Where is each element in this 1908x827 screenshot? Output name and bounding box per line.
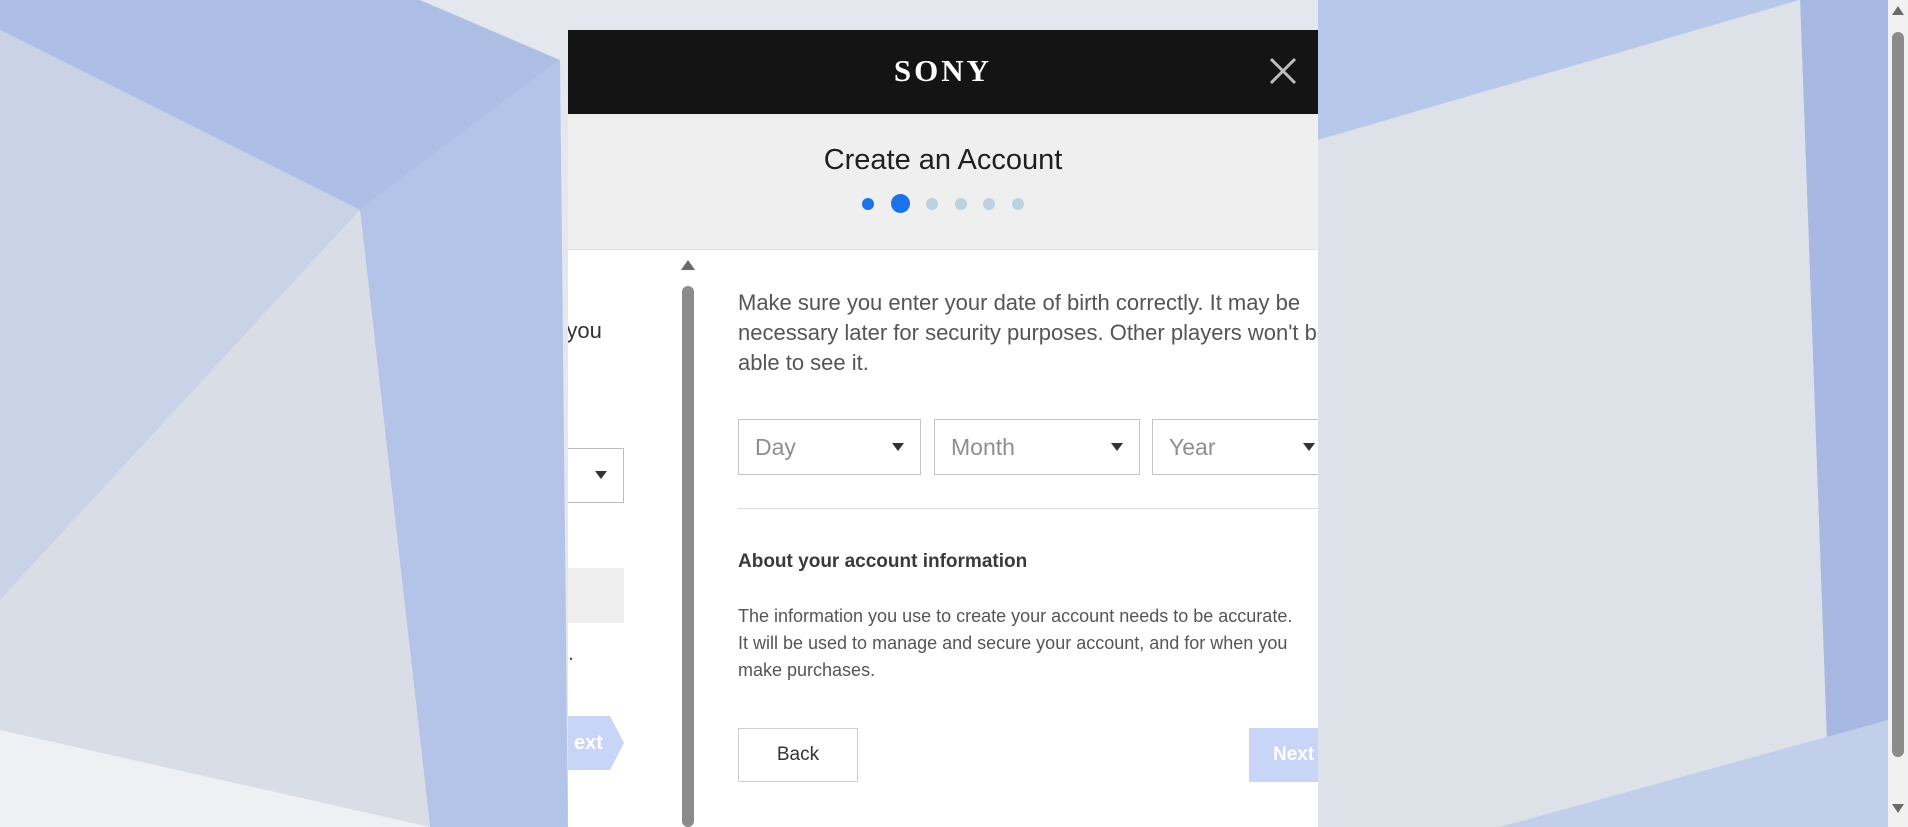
about-text-line: It will be used to manage and secure you… bbox=[738, 633, 1288, 653]
divider bbox=[738, 508, 1318, 509]
year-select[interactable]: Year bbox=[1152, 419, 1318, 475]
progress-dots bbox=[568, 194, 1318, 213]
chevron-down-icon bbox=[595, 471, 607, 479]
progress-dot-current bbox=[890, 194, 910, 213]
previous-step-select[interactable] bbox=[568, 448, 624, 503]
progress-dot bbox=[1011, 197, 1024, 210]
scrollbar-thumb[interactable] bbox=[682, 286, 694, 827]
previous-step-input[interactable] bbox=[568, 568, 624, 623]
create-account-dialog: SONY Create an Account you . ext Make su… bbox=[568, 30, 1318, 827]
chevron-down-icon bbox=[1303, 443, 1315, 451]
scroll-up-icon[interactable] bbox=[681, 260, 695, 270]
title-band: Create an Account bbox=[568, 114, 1318, 250]
nav-buttons: Back Next bbox=[738, 728, 1318, 784]
scroll-up-icon[interactable] bbox=[1892, 6, 1904, 15]
page-scrollbar[interactable] bbox=[1888, 0, 1908, 827]
previous-step-note: . bbox=[568, 640, 575, 665]
about-text-line: The information you use to create your a… bbox=[738, 606, 1293, 626]
progress-dot bbox=[954, 197, 967, 210]
progress-dot bbox=[983, 197, 996, 210]
previous-next-button[interactable]: ext bbox=[568, 716, 624, 770]
about-title: About your account information bbox=[738, 551, 1028, 572]
back-button[interactable]: Back bbox=[738, 728, 858, 782]
month-select[interactable]: Month bbox=[934, 419, 1140, 475]
next-button[interactable]: Next bbox=[1249, 728, 1318, 782]
previous-step-text: you bbox=[568, 318, 602, 343]
about-text-line: make purchases. bbox=[738, 660, 876, 680]
scrollbar-thumb[interactable] bbox=[1892, 32, 1904, 757]
sony-logo: SONY bbox=[893, 53, 993, 88]
progress-dot bbox=[926, 197, 939, 210]
close-icon[interactable] bbox=[1266, 54, 1300, 88]
dialog-header: SONY bbox=[568, 30, 1318, 114]
previous-step-pane: you . ext bbox=[568, 250, 638, 827]
page-title: Create an Account bbox=[823, 144, 1063, 176]
progress-dot bbox=[862, 197, 875, 210]
chevron-down-icon bbox=[892, 443, 904, 451]
chevron-down-icon bbox=[1111, 443, 1123, 451]
dob-selects: Day Month Year bbox=[738, 419, 1318, 475]
inner-scrollbar[interactable] bbox=[680, 260, 696, 827]
about-text: The information you use to create your a… bbox=[738, 603, 1318, 684]
dob-note: Make sure you enter your date of birth c… bbox=[738, 290, 1318, 375]
scroll-down-icon[interactable] bbox=[1892, 804, 1904, 813]
day-select[interactable]: Day bbox=[738, 419, 921, 475]
dob-step-pane: Make sure you enter your date of birth c… bbox=[738, 250, 1318, 784]
